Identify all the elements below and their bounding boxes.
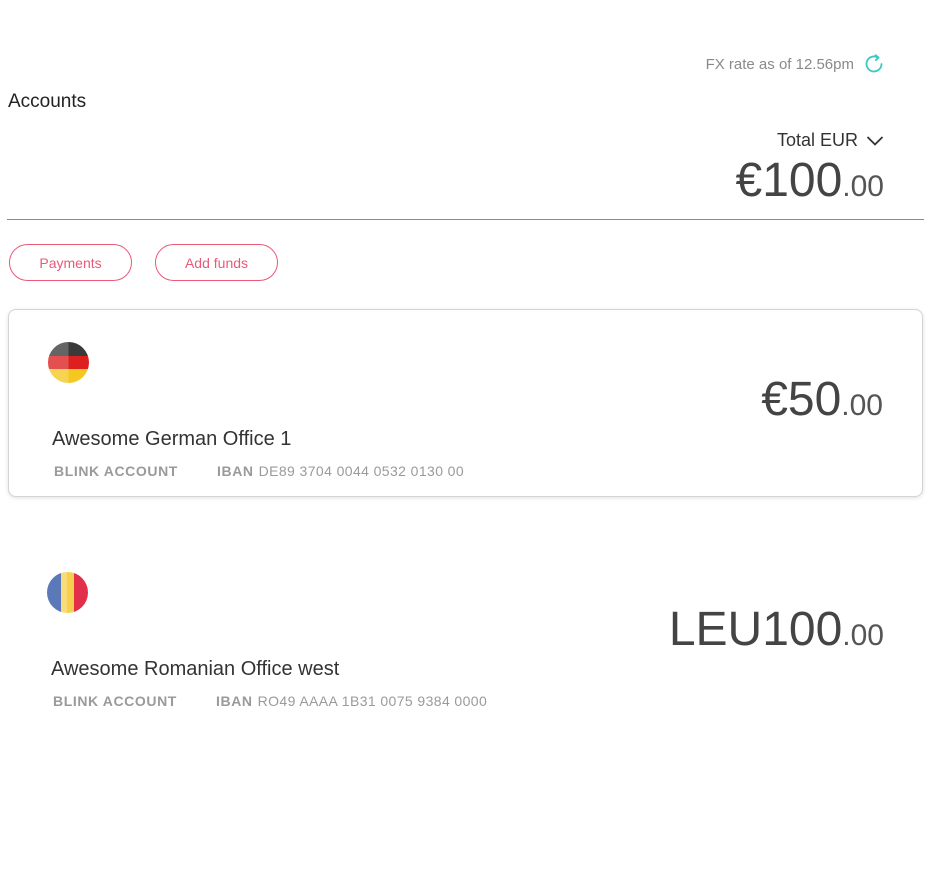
- total-amount-major: €100: [735, 154, 843, 207]
- account-balance: LEU100.00: [669, 602, 884, 657]
- accounts-page: FX rate as of 12.56pm Accounts Total EUR…: [0, 0, 942, 894]
- account-card-romanian[interactable]: Awesome Romanian Office west BLINK ACCOU…: [8, 540, 923, 728]
- account-type: BLINK ACCOUNT: [54, 463, 178, 479]
- add-funds-button[interactable]: Add funds: [155, 244, 278, 281]
- iban-value: DE89 3704 0044 0532 0130 00: [258, 463, 465, 479]
- iban-value: RO49 AAAA 1B31 0075 9384 0000: [257, 693, 488, 709]
- account-balance-decimal: .00: [842, 619, 884, 652]
- account-balance-major: LEU100: [668, 603, 843, 656]
- germany-flag-icon: [48, 342, 89, 383]
- account-balance: €50.00: [761, 372, 883, 427]
- total-amount: €100.00: [736, 153, 885, 220]
- total-summary: Total EUR €100.00: [736, 130, 885, 220]
- iban-label: IBAN: [216, 693, 253, 709]
- account-name: Awesome Romanian Office west: [51, 658, 340, 680]
- account-card-german[interactable]: Awesome German Office 1 BLINK ACCOUNT IBA…: [8, 309, 923, 497]
- total-currency-label: Total EUR: [776, 130, 858, 150]
- romania-flag-icon: [47, 572, 88, 613]
- action-buttons: Payments Add funds: [9, 244, 278, 281]
- total-currency-dropdown[interactable]: Total EUR: [777, 130, 884, 151]
- refresh-icon[interactable]: [862, 52, 886, 76]
- account-meta: BLINK ACCOUNT IBAN RO49 AAAA 1B31 0075 938…: [53, 693, 487, 709]
- header-divider: [7, 219, 924, 220]
- page-title: Accounts: [8, 91, 87, 112]
- payments-button[interactable]: Payments: [9, 244, 132, 281]
- account-name: Awesome German Office 1: [52, 428, 292, 450]
- iban-label: IBAN: [217, 463, 254, 479]
- account-type: BLINK ACCOUNT: [53, 693, 177, 709]
- account-meta: BLINK ACCOUNT IBAN DE89 3704 0044 0532 013…: [54, 463, 464, 479]
- fx-rate-text: FX rate as of 12.56pm: [705, 55, 854, 73]
- account-balance-major: €50: [761, 373, 842, 426]
- chevron-down-icon: [866, 135, 884, 146]
- total-amount-decimal: .00: [842, 170, 884, 203]
- account-balance-decimal: .00: [841, 389, 883, 422]
- fx-rate: FX rate as of 12.56pm: [706, 52, 886, 76]
